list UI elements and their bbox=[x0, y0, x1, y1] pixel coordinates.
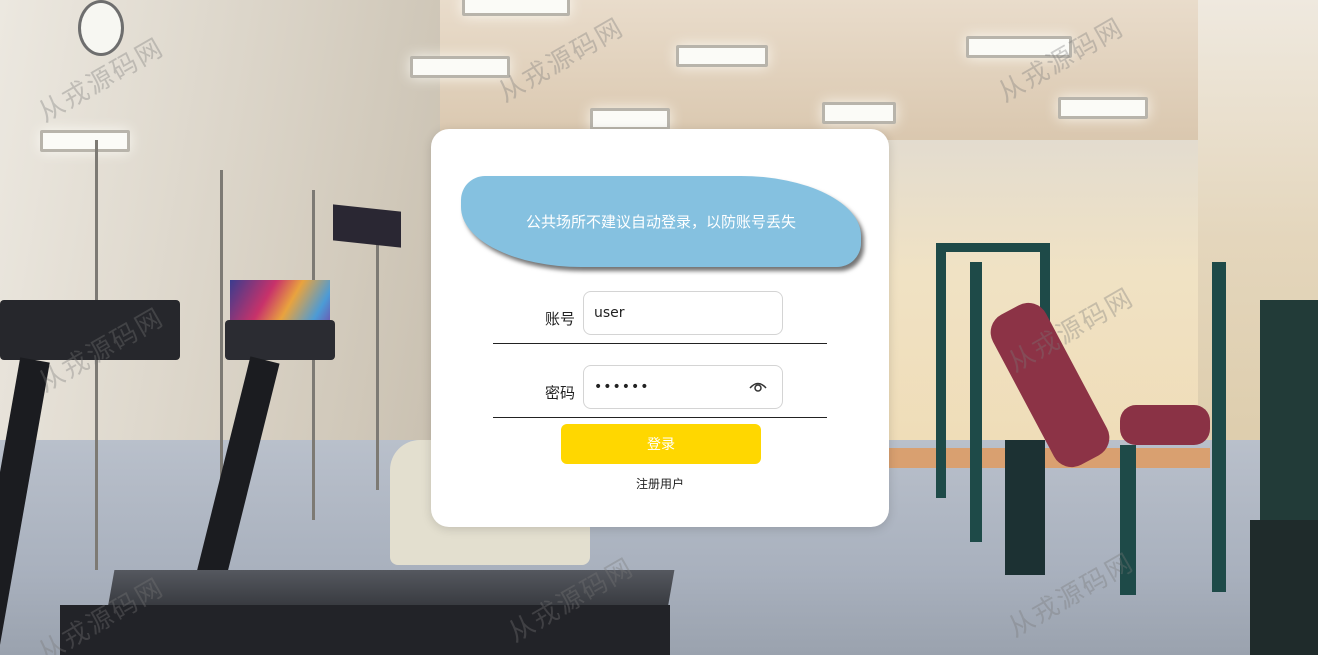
machine-frame bbox=[1212, 262, 1226, 592]
machine-frame bbox=[1260, 300, 1318, 520]
password-label: 密码 bbox=[545, 384, 576, 402]
login-card: 公共场所不建议自动登录，以防账号丢失 账号 密码 登录 注册用户 bbox=[431, 129, 889, 527]
ceiling-light bbox=[590, 108, 670, 130]
machine-frame bbox=[1005, 440, 1045, 575]
divider bbox=[493, 417, 827, 418]
divider bbox=[493, 343, 827, 344]
mirror-divider bbox=[376, 210, 379, 490]
notice-banner: 公共场所不建议自动登录，以防账号丢失 bbox=[461, 176, 861, 267]
eye-icon[interactable] bbox=[749, 379, 767, 393]
machine-frame bbox=[936, 243, 1048, 252]
ceiling-light bbox=[1058, 97, 1148, 119]
machine-seat bbox=[1120, 405, 1210, 445]
ceiling-light bbox=[462, 0, 570, 16]
ceiling-light bbox=[40, 130, 130, 152]
treadmill-console bbox=[225, 320, 335, 360]
machine-frame bbox=[970, 262, 982, 542]
brand-sign bbox=[1250, 520, 1318, 655]
password-row: 密码 bbox=[493, 364, 827, 418]
account-label: 账号 bbox=[545, 310, 576, 328]
account-input[interactable] bbox=[583, 291, 783, 335]
ceiling-light bbox=[676, 45, 768, 67]
account-row: 账号 bbox=[493, 290, 827, 344]
ceiling-light bbox=[822, 102, 896, 124]
login-button[interactable]: 登录 bbox=[561, 424, 761, 464]
notice-text: 公共场所不建议自动登录，以防账号丢失 bbox=[525, 213, 796, 231]
machine-frame bbox=[936, 243, 946, 498]
register-link[interactable]: 注册用户 bbox=[431, 475, 889, 492]
wall-tv bbox=[333, 204, 401, 248]
